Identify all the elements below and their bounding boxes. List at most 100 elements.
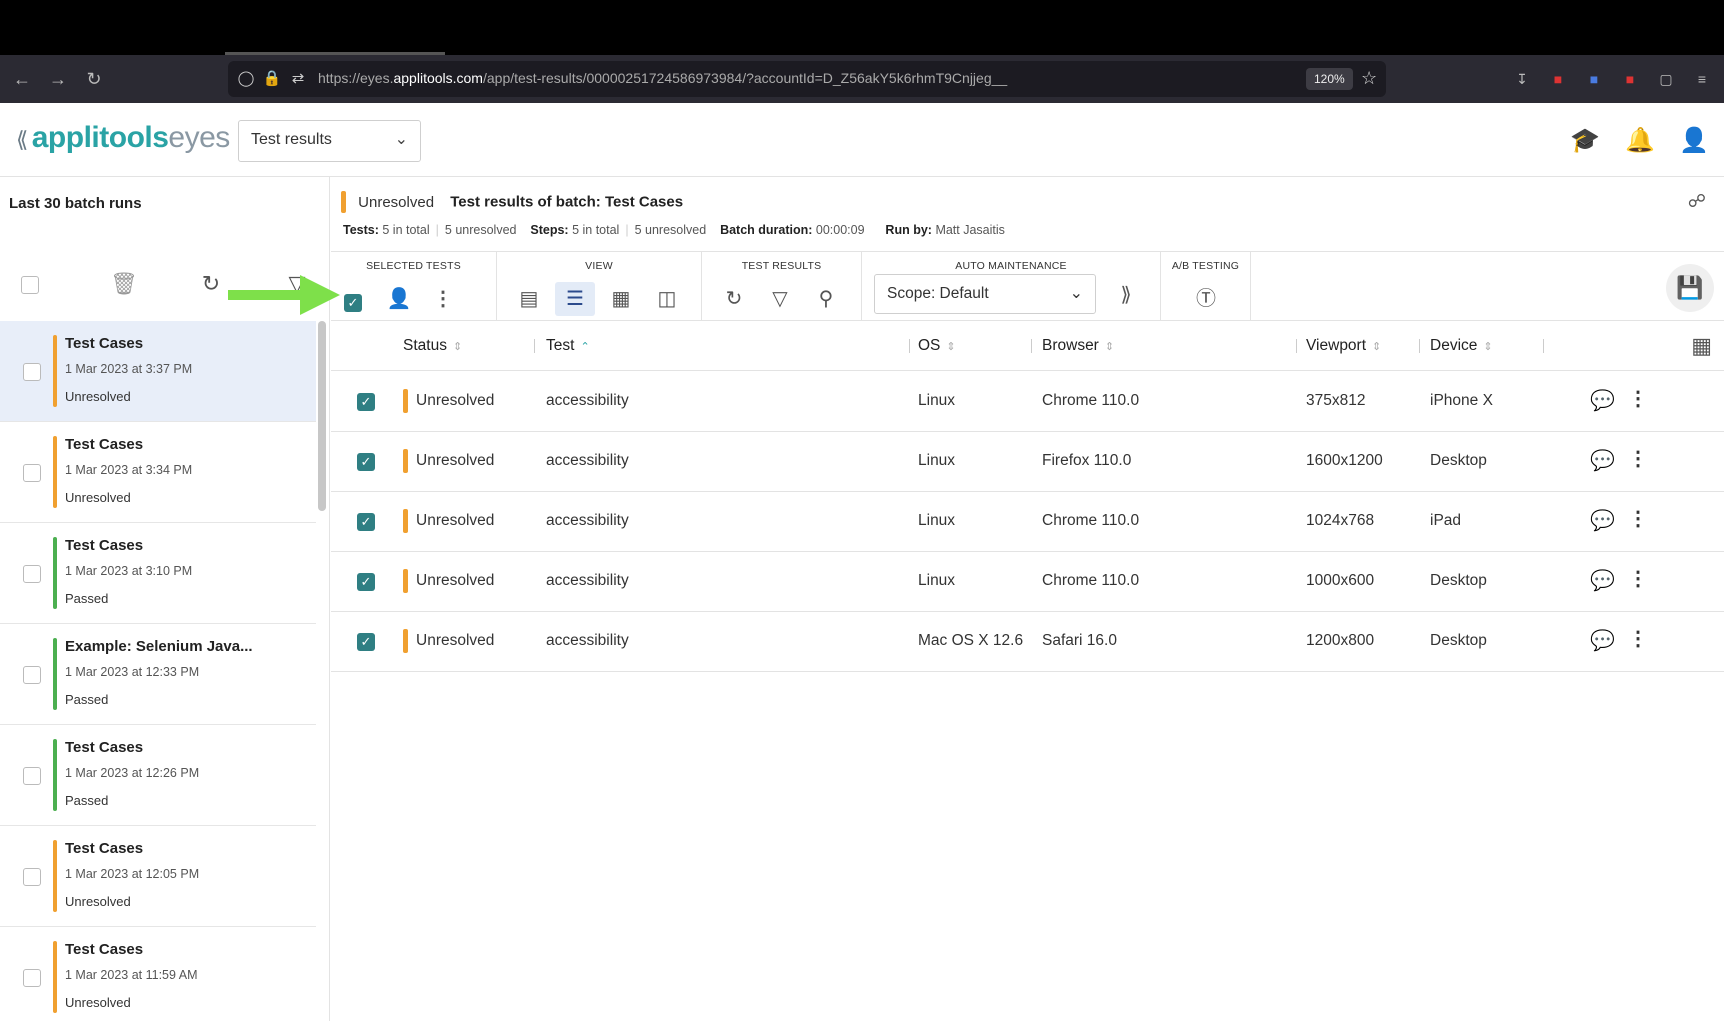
batch-status: Unresolved xyxy=(65,894,131,909)
scrollbar[interactable] xyxy=(318,321,326,511)
row-checkbox[interactable]: ✓ xyxy=(357,513,375,531)
bookmark-star-icon[interactable]: ☆ xyxy=(1361,68,1377,89)
row-status: Unresolved xyxy=(416,512,495,529)
applitools-logo[interactable]: ⟪ applitoolseyes xyxy=(16,121,230,155)
status-indicator xyxy=(341,191,346,213)
chevron-down-icon: ⌄ xyxy=(1069,285,1083,302)
group-by-icon[interactable]: ⚲ xyxy=(806,282,846,316)
comment-icon[interactable]: 💬 xyxy=(1590,388,1615,413)
row-checkbox[interactable]: ✓ xyxy=(357,393,375,411)
batch-checkbox[interactable] xyxy=(23,969,41,987)
address-bar[interactable]: ◯ 🔒 ⇄ https://eyes.applitools.com/app/te… xyxy=(228,61,1386,97)
assign-user-icon[interactable]: 👤 xyxy=(379,282,419,316)
row-test[interactable]: accessibility xyxy=(546,392,629,410)
batch-title: Test results of batch: Test Cases xyxy=(450,193,684,211)
url-text[interactable]: https://eyes.applitools.com/app/test-res… xyxy=(318,70,1007,86)
column-os[interactable]: OS ⇕ xyxy=(918,337,956,355)
row-more-icon[interactable]: ⋮ xyxy=(1628,626,1648,651)
comment-icon[interactable]: 💬 xyxy=(1590,628,1615,653)
table-row[interactable]: ✓ Unresolved accessibility Linux Chrome 110.… xyxy=(331,492,1724,552)
share-icon[interactable]: ☍ xyxy=(1688,191,1706,212)
column-status[interactable]: Status ⇕ xyxy=(403,337,462,355)
batch-item[interactable]: Test Cases 1 Mar 2023 at 12:05 PM Unresolv… xyxy=(0,826,316,927)
column-viewport[interactable]: Viewport ⇕ xyxy=(1306,337,1381,355)
graduation-cap-icon[interactable]: 🎓 xyxy=(1569,125,1601,157)
row-test[interactable]: accessibility xyxy=(546,632,629,650)
batch-checkbox[interactable] xyxy=(23,363,41,381)
comments-view-icon[interactable]: ◫ xyxy=(647,282,687,316)
row-test[interactable]: accessibility xyxy=(546,512,629,530)
ab-testing-icon[interactable]: Ⓣ xyxy=(1186,282,1226,316)
bell-icon[interactable]: 🔔 xyxy=(1624,125,1656,157)
comment-icon[interactable]: 💬 xyxy=(1590,568,1615,593)
extension-icon[interactable]: ■ xyxy=(1548,69,1568,89)
extensions-puzzle-icon[interactable]: ▢ xyxy=(1656,69,1676,89)
row-more-icon[interactable]: ⋮ xyxy=(1628,566,1648,591)
list-view-icon[interactable]: ☰ xyxy=(555,282,595,316)
row-checkbox[interactable]: ✓ xyxy=(357,633,375,651)
refresh-icon[interactable]: ↻ xyxy=(196,269,226,299)
extension-video-icon[interactable]: ■ xyxy=(1584,69,1604,89)
zoom-level[interactable]: 120% xyxy=(1306,68,1353,90)
table-row[interactable]: ✓ Unresolved accessibility Linux Chrome 110.… xyxy=(331,552,1724,612)
batch-checkbox[interactable] xyxy=(23,666,41,684)
batch-item[interactable]: Test Cases 1 Mar 2023 at 12:26 PM Passed xyxy=(0,725,316,826)
user-menu-icon[interactable]: 👤 xyxy=(1678,125,1710,157)
shield-icon[interactable]: ◯ xyxy=(236,69,256,89)
page-selector[interactable]: Test results ⌄ xyxy=(238,120,421,162)
comment-icon[interactable]: 💬 xyxy=(1590,448,1615,473)
column-settings-icon[interactable]: ▦ xyxy=(1691,333,1712,359)
refresh-results-icon[interactable]: ↻ xyxy=(714,282,754,316)
row-device: Desktop xyxy=(1430,452,1487,469)
row-status: Unresolved xyxy=(416,572,495,589)
batch-date: 1 Mar 2023 at 3:37 PM xyxy=(65,362,193,376)
row-device: iPhone X xyxy=(1430,392,1493,409)
row-more-icon[interactable]: ⋮ xyxy=(1628,506,1648,531)
permissions-icon[interactable]: ⇄ xyxy=(288,69,308,89)
table-row[interactable]: ✓ Unresolved accessibility Linux Chrome 110.… xyxy=(331,372,1724,432)
batch-item[interactable]: Example: Selenium Java... 1 Mar 2023 at 1… xyxy=(0,624,316,725)
filter-results-icon[interactable]: ▽ xyxy=(760,282,800,316)
extension-icon[interactable]: ■ xyxy=(1620,69,1640,89)
scope-select[interactable]: Scope: Default ⌄ xyxy=(874,274,1096,314)
batch-checkbox[interactable] xyxy=(23,868,41,886)
more-actions-icon[interactable]: ⋮ xyxy=(423,282,463,316)
batch-item[interactable]: Test Cases 1 Mar 2023 at 3:37 PM Unresolve… xyxy=(0,321,316,422)
grid-view-icon[interactable]: ▦ xyxy=(601,282,641,316)
batch-checkbox[interactable] xyxy=(23,464,41,482)
row-more-icon[interactable]: ⋮ xyxy=(1628,446,1648,471)
bar-chart-view-icon[interactable]: ▤ xyxy=(509,282,549,316)
menu-icon[interactable]: ≡ xyxy=(1692,69,1712,89)
batch-checkbox[interactable] xyxy=(23,565,41,583)
trash-icon[interactable]: 🗑 xyxy=(109,269,139,299)
auto-maintenance-apply-icon[interactable]: ⟫ xyxy=(1106,278,1146,312)
row-os: Linux xyxy=(918,512,956,529)
row-test[interactable]: accessibility xyxy=(546,452,629,470)
save-icon[interactable]: 💾 xyxy=(1666,264,1714,312)
row-checkbox[interactable]: ✓ xyxy=(357,573,375,591)
reload-icon[interactable]: ↻ xyxy=(82,67,106,91)
batch-item[interactable]: Test Cases 1 Mar 2023 at 3:34 PM Unresolve… xyxy=(0,422,316,523)
batch-item[interactable]: Test Cases 1 Mar 2023 at 11:59 AM Unresolv… xyxy=(0,927,316,1021)
column-test[interactable]: Test ⌃ xyxy=(546,337,590,355)
batch-status: Unresolved xyxy=(65,490,131,505)
batch-list: Test Cases 1 Mar 2023 at 3:37 PM Unresolve… xyxy=(0,321,316,1021)
comment-icon[interactable]: 💬 xyxy=(1590,508,1615,533)
batch-item[interactable]: Test Cases 1 Mar 2023 at 3:10 PM Passed xyxy=(0,523,316,624)
table-row[interactable]: ✓ Unresolved accessibility Mac OS X 12.6 Saf… xyxy=(331,612,1724,672)
row-checkbox[interactable]: ✓ xyxy=(357,453,375,471)
row-test[interactable]: accessibility xyxy=(546,572,629,590)
table-row[interactable]: ✓ Unresolved accessibility Linux Firefox 110… xyxy=(331,432,1724,492)
download-icon[interactable]: ↧ xyxy=(1512,69,1532,89)
back-icon[interactable]: ← xyxy=(10,67,34,91)
batch-checkbox[interactable] xyxy=(23,767,41,785)
batch-status: Unresolved xyxy=(358,193,435,211)
batch-status: Passed xyxy=(65,793,109,808)
forward-icon[interactable]: → xyxy=(46,67,70,91)
lock-icon[interactable]: 🔒 xyxy=(262,69,282,89)
row-more-icon[interactable]: ⋮ xyxy=(1628,386,1648,411)
select-all-batches-checkbox[interactable] xyxy=(21,276,39,294)
status-bar xyxy=(403,449,408,473)
column-browser[interactable]: Browser ⇕ xyxy=(1042,337,1114,355)
column-device[interactable]: Device ⇕ xyxy=(1430,337,1493,355)
